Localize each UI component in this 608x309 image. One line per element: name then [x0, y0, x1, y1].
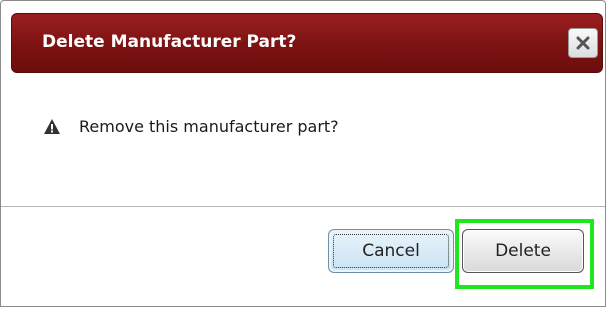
- close-x-icon: [576, 36, 590, 50]
- dialog-title: Delete Manufacturer Part?: [42, 32, 297, 52]
- message-text: Remove this manufacturer part?: [79, 117, 339, 136]
- dialog-message: Remove this manufacturer part?: [43, 117, 339, 136]
- footer-divider: [1, 206, 605, 207]
- focus-ring: [333, 234, 449, 268]
- dialog-titlebar: Delete Manufacturer Part?: [11, 13, 603, 73]
- delete-button-label: Delete: [495, 241, 551, 261]
- delete-button[interactable]: Delete: [462, 229, 584, 273]
- close-button[interactable]: [568, 28, 598, 58]
- delete-dialog: Delete Manufacturer Part? Remove this ma…: [0, 0, 606, 307]
- cancel-button[interactable]: Cancel: [328, 229, 454, 273]
- warning-triangle-icon: [43, 118, 61, 136]
